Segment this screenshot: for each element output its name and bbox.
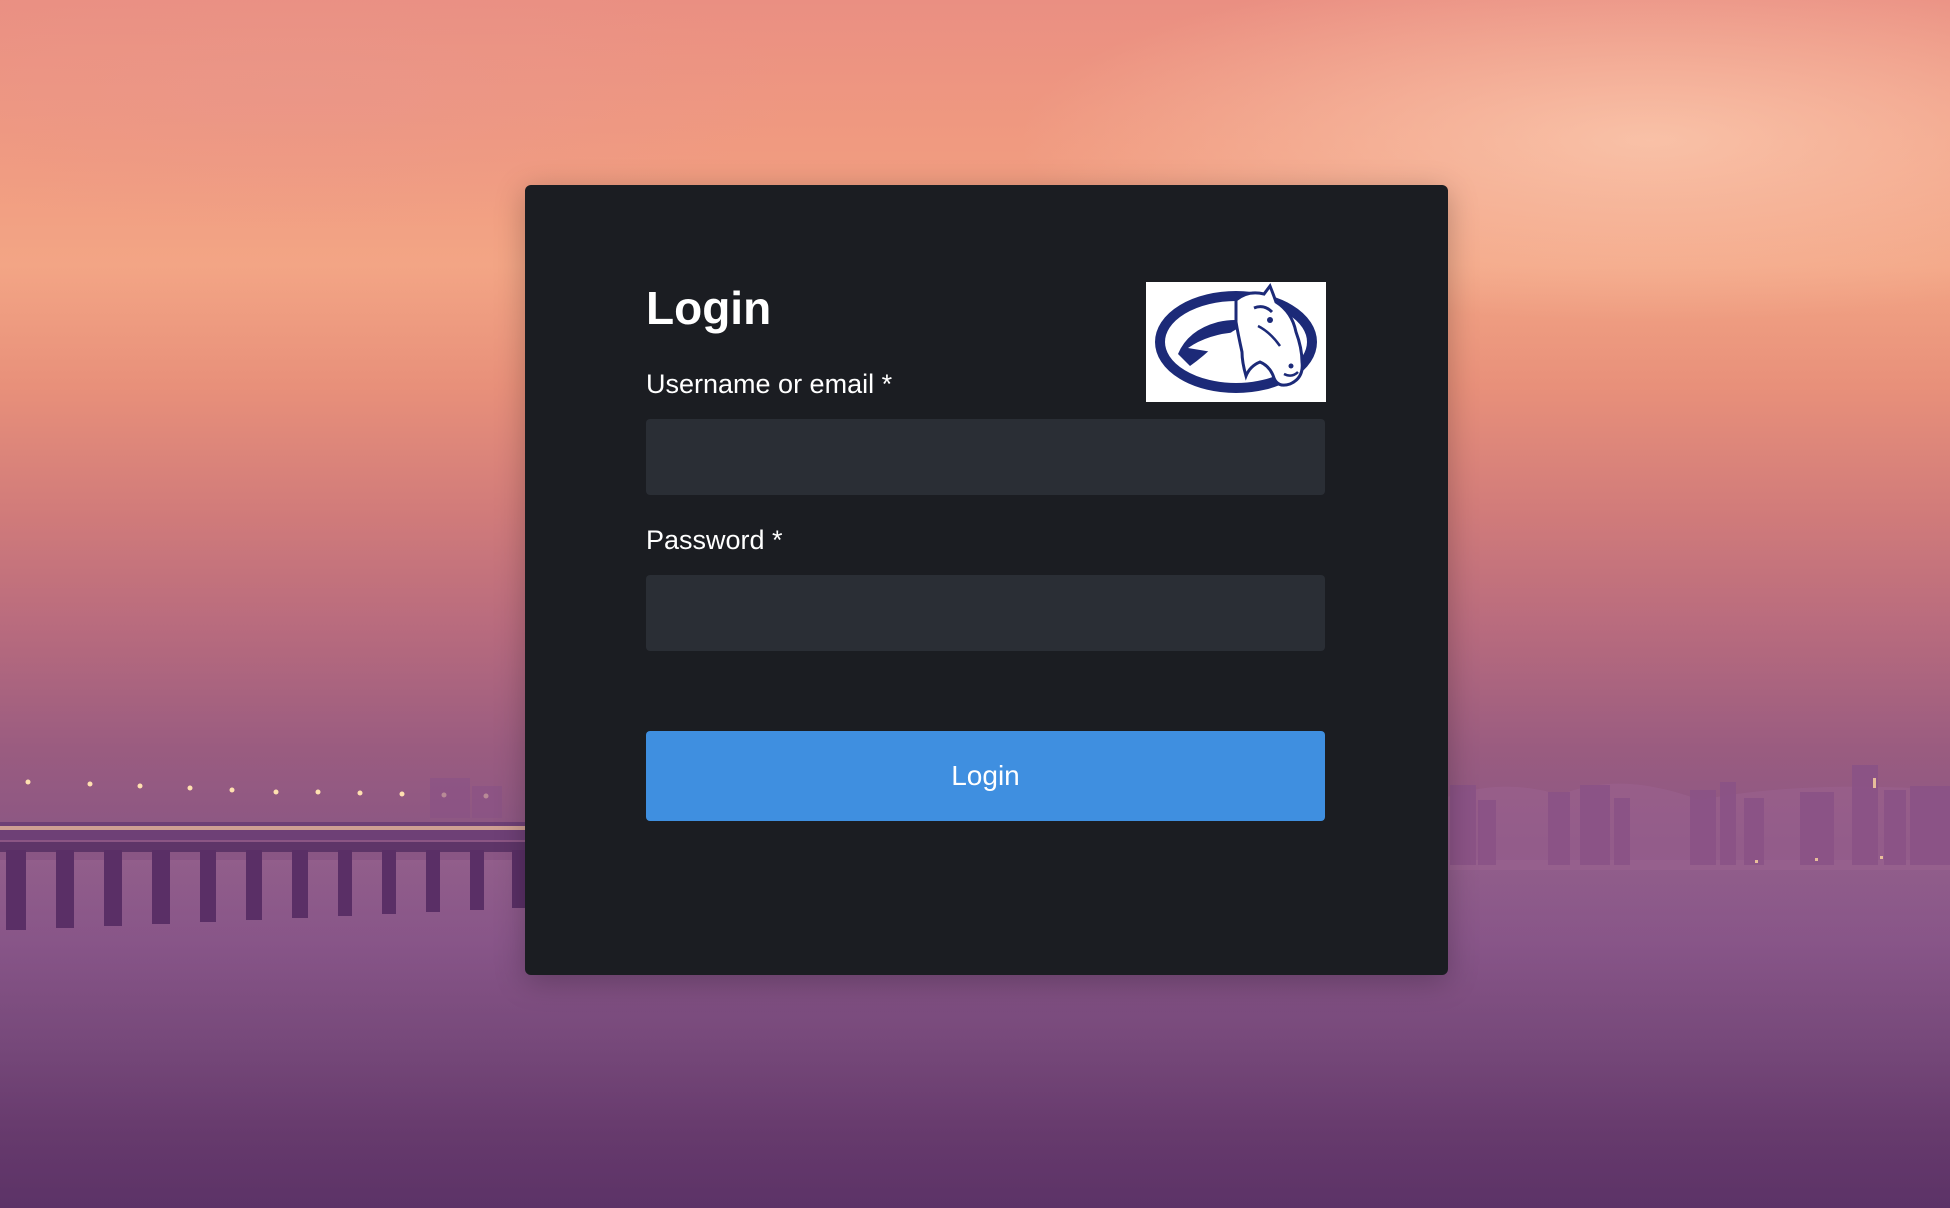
mustang-horse-logo-icon xyxy=(1155,282,1317,393)
page-title: Login xyxy=(646,282,772,334)
login-button[interactable]: Login xyxy=(646,731,1325,821)
school-logo xyxy=(1146,282,1326,402)
password-label: Password * xyxy=(646,525,783,555)
login-card: Login Username or email * Password * Log… xyxy=(525,185,1448,975)
username-label: Username or email * xyxy=(646,369,893,399)
username-field[interactable] xyxy=(646,419,1325,495)
password-field[interactable] xyxy=(646,575,1325,651)
